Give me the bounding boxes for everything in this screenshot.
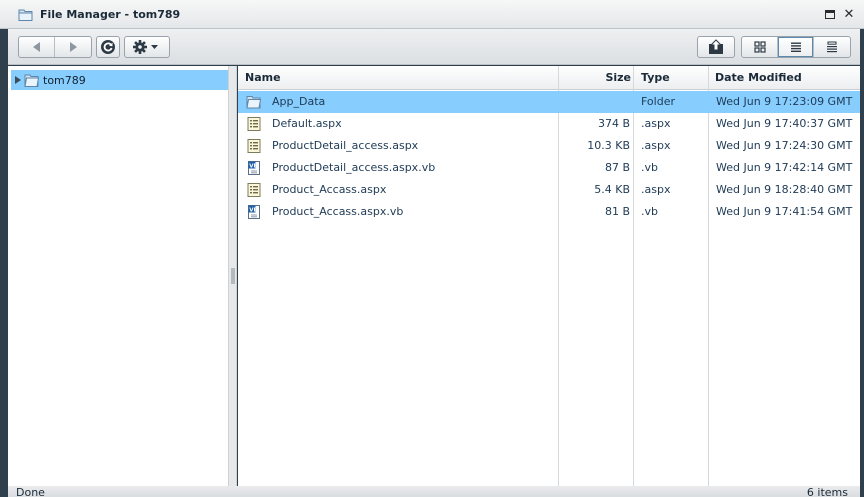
folder-icon — [18, 8, 34, 22]
details-view-button[interactable] — [778, 37, 814, 57]
forward-icon — [69, 42, 77, 52]
back-button[interactable] — [19, 37, 55, 57]
column-header-type[interactable]: Type — [641, 66, 670, 90]
file-size: 374 B — [597, 117, 630, 130]
table-row[interactable]: VB ProductDetail_access.aspx.vb 87 B .vb Wed… — [238, 157, 860, 179]
folder-tree: tom789 — [8, 66, 228, 486]
vb-file-icon: VB — [246, 204, 262, 220]
maximize-icon — [825, 10, 835, 19]
tree-node-root[interactable]: tom789 — [11, 70, 228, 90]
status-text: Done — [16, 486, 45, 497]
up-folder-button[interactable] — [697, 36, 735, 58]
file-name: ProductDetail_access.aspx.vb — [272, 161, 436, 174]
window-title: File Manager - tom789 — [40, 8, 181, 21]
vb-file-icon: VB — [246, 160, 262, 176]
file-name: ProductDetail_access.aspx — [272, 139, 419, 152]
expand-arrow-icon[interactable] — [15, 76, 21, 84]
tiles-view-icon — [827, 41, 837, 53]
refresh-icon — [101, 40, 115, 54]
file-type: .vb — [641, 161, 658, 174]
column-header-date-modified[interactable]: Date Modified — [715, 66, 802, 90]
splitter-grip[interactable] — [231, 268, 235, 284]
file-name: Product_Accass.aspx — [272, 183, 387, 196]
table-row[interactable]: Product_Accass.aspx 5.4 KB .aspx Wed Jun 9 … — [238, 179, 860, 201]
back-icon — [33, 42, 40, 52]
table-row[interactable]: VB Product_Accass.aspx.vb 81 B .vb Wed Jun 9… — [238, 201, 860, 223]
file-manager-window: File Manager - tom789 ✕ tom789 Name Size… — [0, 0, 864, 497]
file-type: .aspx — [641, 139, 671, 152]
up-folder-icon — [709, 39, 723, 54]
item-count: 6 items — [806, 486, 848, 497]
file-list-header: Name Size Type Date Modified — [238, 66, 860, 90]
file-date-modified: Wed Jun 9 17:23:09 GMT — [716, 95, 853, 108]
file-date-modified: Wed Jun 9 17:24:30 GMT — [716, 139, 853, 152]
table-row[interactable]: Default.aspx 374 B .aspx Wed Jun 9 17:40:37… — [238, 113, 860, 135]
file-type: .aspx — [641, 183, 671, 196]
file-date-modified: Wed Jun 9 18:28:40 GMT — [716, 183, 853, 196]
tree-node-label: tom789 — [43, 73, 86, 87]
folder-icon — [24, 74, 40, 87]
folder-icon — [246, 94, 262, 110]
aspx-file-icon — [246, 182, 262, 198]
title-bar: File Manager - tom789 ✕ — [0, 0, 864, 29]
svg-text:VB: VB — [249, 164, 257, 170]
file-type: .aspx — [641, 117, 671, 130]
file-size: 87 B — [604, 161, 630, 174]
nav-buttons — [18, 36, 92, 58]
file-name: Product_Accass.aspx.vb — [272, 205, 404, 218]
tiles-view-button[interactable] — [814, 37, 850, 57]
thumbnails-view-button[interactable] — [742, 37, 778, 57]
maximize-button[interactable] — [823, 8, 837, 22]
panel-splitter[interactable] — [228, 66, 237, 486]
toolbar — [8, 29, 860, 65]
thumbnails-view-icon — [753, 41, 766, 53]
file-date-modified: Wed Jun 9 17:40:37 GMT — [716, 117, 853, 130]
file-size: 10.3 KB — [587, 139, 630, 152]
status-bar: Done 6 items — [8, 486, 860, 497]
details-view-icon — [790, 42, 801, 52]
table-row[interactable]: App_Data Folder Wed Jun 9 17:23:09 GMT — [238, 91, 860, 113]
column-header-name[interactable]: Name — [245, 66, 281, 90]
refresh-button[interactable] — [96, 36, 120, 58]
file-size: 81 B — [604, 205, 630, 218]
file-type: .vb — [641, 205, 658, 218]
file-list: Name Size Type Date Modified App_Data Fol… — [238, 66, 860, 486]
aspx-file-icon — [246, 116, 262, 132]
file-name: Default.aspx — [272, 117, 342, 130]
file-type: Folder — [641, 95, 675, 108]
close-button[interactable]: ✕ — [842, 8, 856, 22]
table-row[interactable]: ProductDetail_access.aspx 10.3 KB .aspx Wed… — [238, 135, 860, 157]
forward-button[interactable] — [55, 37, 91, 57]
column-header-size[interactable]: Size — [558, 66, 631, 90]
svg-text:VB: VB — [249, 208, 257, 214]
aspx-file-icon — [246, 138, 262, 154]
file-date-modified: Wed Jun 9 17:42:14 GMT — [716, 161, 853, 174]
gear-icon — [133, 40, 158, 54]
settings-menu-button[interactable] — [124, 36, 170, 58]
view-switcher — [741, 36, 851, 58]
file-date-modified: Wed Jun 9 17:41:54 GMT — [716, 205, 853, 218]
file-name: App_Data — [272, 95, 326, 108]
file-size: 5.4 KB — [594, 183, 630, 196]
